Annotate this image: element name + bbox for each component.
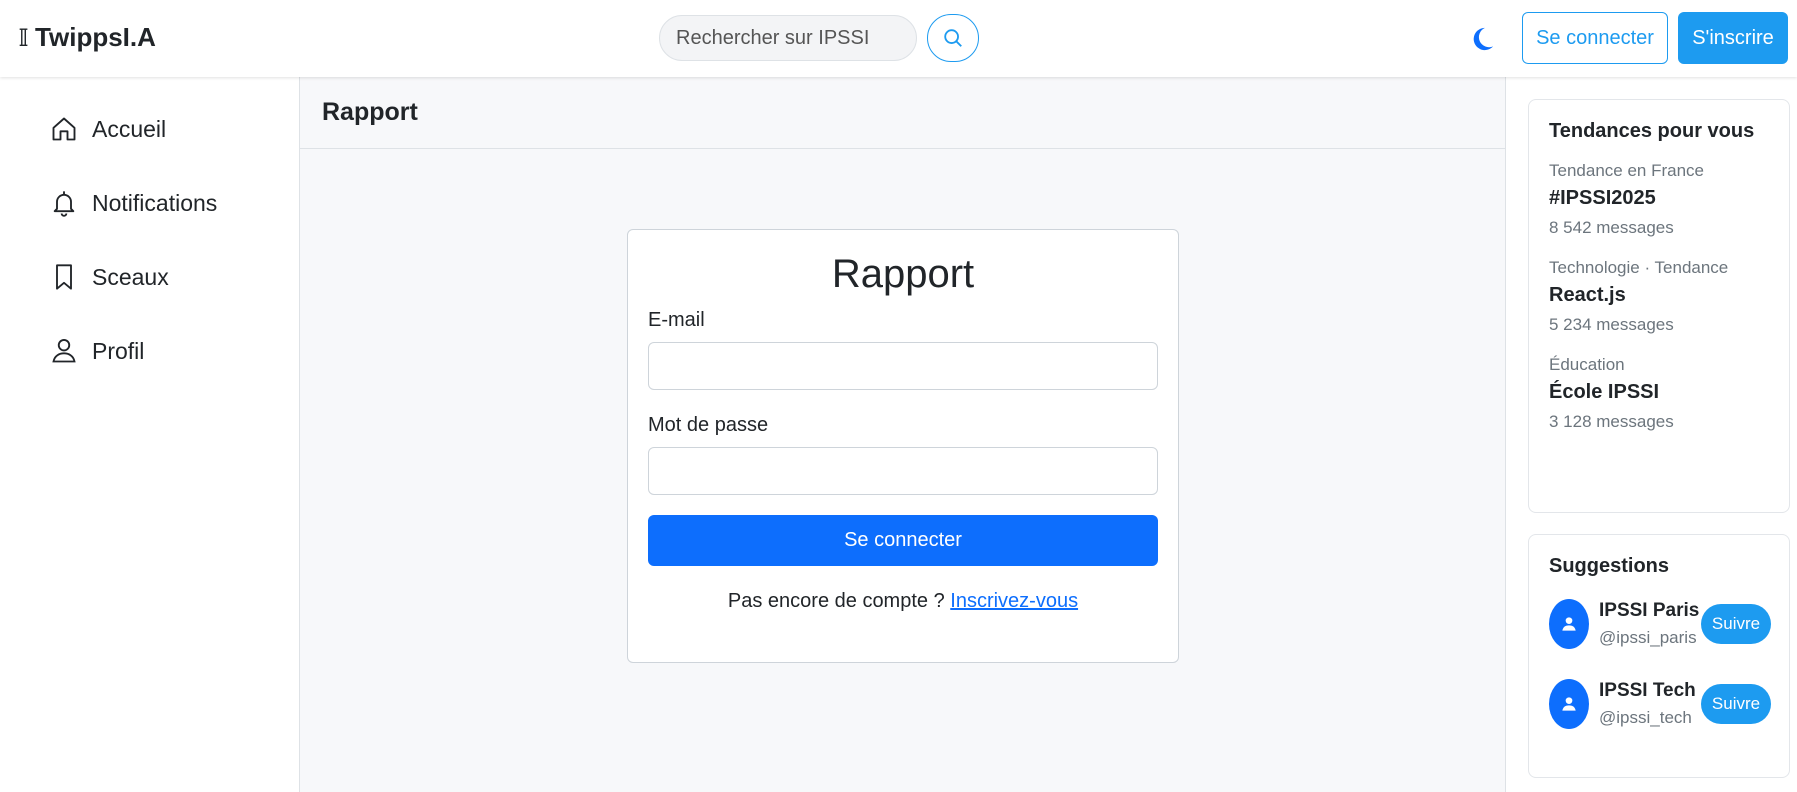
search-input[interactable] <box>659 15 917 61</box>
bookmark-icon <box>56 264 72 290</box>
trend-category: Technologie · Tendance <box>1549 258 1729 277</box>
sidebar-item-home[interactable]: Accueil <box>50 115 166 143</box>
follow-button[interactable]: Suivre <box>1701 684 1771 724</box>
login-button[interactable]: Se connecter <box>1522 12 1668 64</box>
search-icon <box>944 29 962 47</box>
trend-category: Tendance en France <box>1549 161 1704 180</box>
trend-item[interactable]: Technologie · Tendance React.js 5 234 me… <box>1549 258 1769 335</box>
password-label: Mot de passe <box>648 414 769 436</box>
brand-logo[interactable]: 𝕀 TwippsI.A <box>18 22 156 53</box>
sidebar-item-label: Sceaux <box>92 263 169 290</box>
suggestion-item: IPSSI Tech @ipssi_tech Suivre <box>1549 676 1771 732</box>
sidebar-item-label: Profil <box>92 337 145 364</box>
top-navbar: 𝕀 TwippsI.A Se connecter S'inscrire <box>0 0 1797 77</box>
avatar[interactable] <box>1549 599 1589 649</box>
trend-count: 5 234 messages <box>1549 315 1674 334</box>
right-sidebar: Tendances pour vous Tendance en France #… <box>1505 77 1797 792</box>
person-icon <box>1562 617 1576 631</box>
page-title: Rapport <box>300 77 1505 149</box>
sidebar-item-bookmarks[interactable]: Sceaux <box>50 263 169 291</box>
person-icon <box>52 338 76 363</box>
trend-tag: #IPSSI2025 <box>1549 187 1656 209</box>
email-label: E-mail <box>648 309 705 331</box>
moon-icon[interactable] <box>1468 25 1496 53</box>
avatar[interactable] <box>1549 679 1589 729</box>
suggestion-text: IPSSI Tech @ipssi_tech <box>1599 680 1696 728</box>
home-icon <box>52 117 76 141</box>
login-card: Rapport E-mail Mot de passe Se connecter… <box>627 229 1179 663</box>
suggestions-panel: Suggestions IPSSI Paris @ipssi_paris Sui… <box>1528 534 1790 778</box>
trend-tag: React.js <box>1549 284 1626 306</box>
bell-icon <box>53 191 75 217</box>
sidebar-item-notifications[interactable]: Notifications <box>50 189 217 217</box>
signup-button[interactable]: S'inscrire <box>1678 12 1788 64</box>
submit-login-button[interactable]: Se connecter <box>648 515 1158 566</box>
left-sidebar: Accueil Notifications Sceaux Profil <box>0 77 300 792</box>
brand-name: TwippsI.A <box>35 22 156 52</box>
login-card-title: Rapport <box>831 252 975 296</box>
brand-icon: 𝕀 <box>18 23 30 52</box>
person-icon <box>1562 697 1576 711</box>
suggestions-title: Suggestions <box>1549 555 1670 577</box>
signup-link[interactable]: Inscrivez-vous <box>950 590 1078 612</box>
suggestion-handle: @ipssi_tech <box>1599 708 1692 727</box>
suggestion-name[interactable]: IPSSI Tech <box>1599 680 1696 702</box>
password-field[interactable] <box>648 447 1158 495</box>
suggestion-text: IPSSI Paris @ipssi_paris <box>1599 600 1699 648</box>
suggestion-item: IPSSI Paris @ipssi_paris Suivre <box>1549 596 1771 652</box>
search-button[interactable] <box>927 14 979 62</box>
trend-item[interactable]: Éducation École IPSSI 3 128 messages <box>1549 355 1769 432</box>
trends-title: Tendances pour vous <box>1549 120 1755 142</box>
trend-count: 3 128 messages <box>1549 412 1674 431</box>
trend-tag: École IPSSI <box>1549 381 1660 403</box>
follow-button[interactable]: Suivre <box>1701 604 1771 644</box>
main-content: Rapport Rapport E-mail Mot de passe Se c… <box>300 77 1505 792</box>
trend-category: Éducation <box>1549 355 1625 374</box>
trends-panel: Tendances pour vous Tendance en France #… <box>1528 99 1790 513</box>
trend-item[interactable]: Tendance en France #IPSSI2025 8 542 mess… <box>1549 161 1769 238</box>
suggestion-name[interactable]: IPSSI Paris <box>1599 600 1699 622</box>
suggestion-handle: @ipssi_paris <box>1599 628 1697 647</box>
sidebar-item-label: Notifications <box>92 189 218 216</box>
signup-prompt-line: Pas encore de compte ? Inscrivez-vous <box>648 590 1158 613</box>
email-field[interactable] <box>648 342 1158 390</box>
sidebar-item-label: Accueil <box>92 115 167 142</box>
trend-count: 8 542 messages <box>1549 218 1674 237</box>
signup-prompt-text: Pas encore de compte ? <box>727 590 945 612</box>
sidebar-item-profile[interactable]: Profil <box>50 337 144 365</box>
